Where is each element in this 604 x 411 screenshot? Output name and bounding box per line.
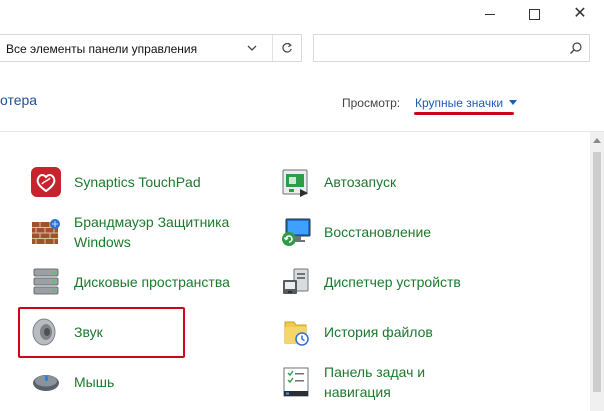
scrollbar-thumb[interactable] bbox=[593, 152, 601, 392]
cpl-item-device-manager[interactable]: Диспетчер устройств bbox=[280, 266, 461, 298]
taskbar-icon bbox=[283, 367, 309, 397]
cpl-item-recovery[interactable]: Восстановление bbox=[280, 216, 431, 248]
device-manager-icon bbox=[283, 268, 309, 294]
firewall-icon bbox=[32, 219, 60, 244]
cpl-item-label: Панель задач и навигация bbox=[324, 364, 426, 400]
page-title: отера bbox=[0, 92, 38, 108]
search-icon bbox=[570, 42, 582, 54]
close-button[interactable]: ✕ bbox=[560, 0, 600, 28]
autoplay-icon bbox=[282, 169, 308, 197]
red-underline-annotation bbox=[414, 112, 514, 115]
cpl-item-label: Брандмауэр Защитника Windows bbox=[74, 214, 230, 250]
refresh-icon bbox=[282, 42, 292, 53]
cpl-item-taskbar[interactable]: Панель задач и навигация bbox=[280, 362, 454, 402]
refresh-button[interactable] bbox=[272, 35, 301, 61]
minimize-icon bbox=[485, 13, 495, 15]
synaptics-icon bbox=[31, 167, 61, 197]
cpl-item-label: Мышь bbox=[74, 374, 115, 390]
cpl-item-label: Диспетчер устройств bbox=[324, 274, 461, 290]
cpl-item-label: История файлов bbox=[324, 324, 433, 340]
recovery-icon bbox=[282, 218, 311, 246]
red-highlight-annotation bbox=[18, 307, 185, 358]
file-history-icon bbox=[284, 321, 309, 346]
cpl-item-label: Автозапуск bbox=[324, 174, 397, 190]
search-input[interactable] bbox=[313, 34, 590, 62]
cpl-item-label: Восстановление bbox=[324, 224, 432, 240]
cpl-item-firewall[interactable]: Брандмауэр Защитника Windows bbox=[30, 212, 259, 252]
cpl-item-synaptics[interactable]: Synaptics TouchPad bbox=[30, 166, 201, 198]
cpl-item-file-history[interactable]: История файлов bbox=[280, 316, 433, 348]
minimize-button[interactable] bbox=[470, 0, 510, 28]
address-history-button[interactable] bbox=[240, 35, 264, 61]
close-icon: ✕ bbox=[573, 5, 587, 22]
cpl-item-autoplay[interactable]: Автозапуск bbox=[280, 166, 396, 198]
cpl-item-storage-spaces[interactable]: Дисковые пространства bbox=[30, 266, 230, 298]
storage-spaces-icon bbox=[33, 268, 59, 295]
cpl-item-mouse[interactable]: Мышь bbox=[30, 366, 114, 398]
address-path: Все элементы панели управления bbox=[6, 42, 198, 56]
chevron-down-icon[interactable] bbox=[509, 100, 517, 105]
divider bbox=[0, 131, 604, 132]
cpl-item-label: Дисковые пространства bbox=[74, 274, 230, 290]
chevron-down-icon bbox=[247, 45, 257, 51]
view-label: Просмотр: bbox=[342, 96, 401, 110]
address-bar[interactable]: Все элементы панели управления bbox=[0, 34, 302, 62]
maximize-button[interactable] bbox=[514, 0, 554, 28]
vertical-scrollbar[interactable] bbox=[590, 132, 604, 411]
cpl-item-label: Synaptics TouchPad bbox=[74, 174, 201, 190]
view-mode-dropdown[interactable]: Крупные значки bbox=[415, 96, 503, 110]
mouse-icon bbox=[33, 375, 59, 391]
maximize-icon bbox=[528, 8, 540, 20]
scroll-up-icon[interactable] bbox=[593, 138, 601, 143]
